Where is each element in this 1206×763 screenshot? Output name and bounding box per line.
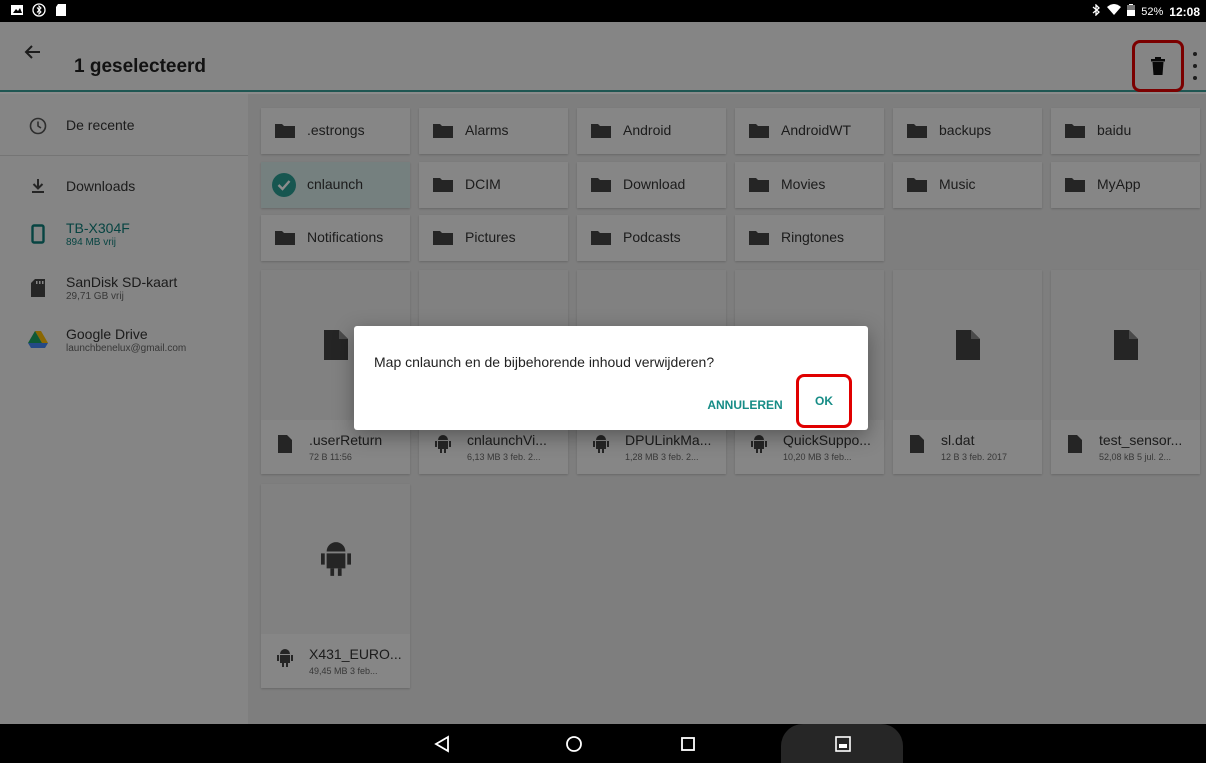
bluetooth-notification-icon: [32, 3, 46, 17]
battery-percentage: 52%: [1141, 5, 1164, 18]
screenshot-button[interactable]: [829, 730, 857, 758]
back-triangle-icon: [434, 735, 449, 753]
cancel-button[interactable]: ANNULEREN: [700, 392, 790, 418]
back-button[interactable]: [428, 730, 456, 758]
delete-confirmation-dialog: Map cnlaunch en de bijbehorende inhoud v…: [354, 326, 868, 430]
battery-icon: [1127, 4, 1136, 19]
wifi-icon: [1107, 4, 1122, 19]
ok-button[interactable]: OK: [796, 374, 852, 428]
dialog-message: Map cnlaunch en de bijbehorende inhoud v…: [374, 354, 715, 370]
recents-button[interactable]: [674, 730, 702, 758]
system-navigation-bar: [0, 724, 1206, 763]
recents-square-icon: [681, 737, 695, 751]
sd-card-notification-icon: [54, 3, 68, 17]
clock: 12:08: [1169, 4, 1200, 19]
bluetooth-icon: [1091, 3, 1101, 19]
status-bar: 52% 12:08: [0, 0, 1206, 22]
screenshot-icon: [835, 736, 851, 752]
home-circle-icon: [566, 736, 582, 752]
tablet-screen: { "status_bar": { "battery": "52%", "tim…: [0, 0, 1206, 763]
image-notification-icon: [10, 3, 24, 17]
home-button[interactable]: [560, 730, 588, 758]
